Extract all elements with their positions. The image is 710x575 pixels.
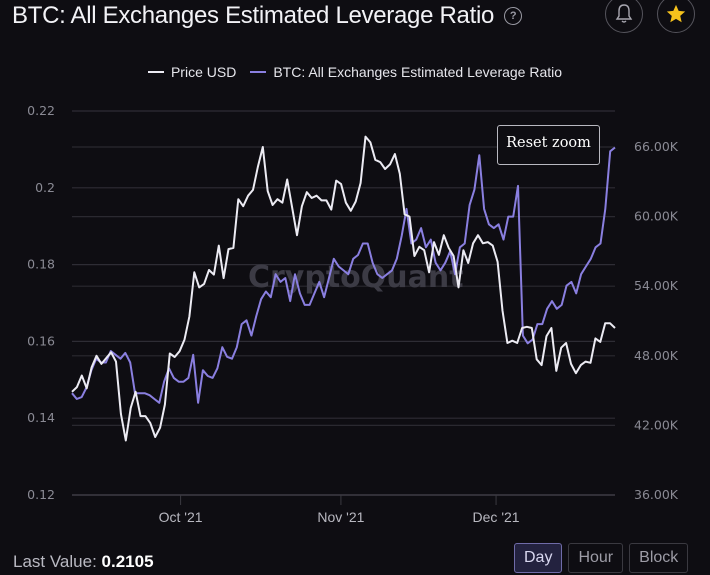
grid-right (72, 146, 615, 496)
left-tick-label: 0.18 (27, 257, 55, 272)
right-tick-label: 36.00K (634, 487, 679, 502)
interval-hour-button[interactable]: Hour (568, 543, 624, 573)
interval-day-button[interactable]: Day (514, 543, 563, 573)
left-tick-label: 0.22 (27, 103, 55, 118)
left-axis-ticks: 0.12 0.14 0.16 0.18 0.2 0.22 (27, 103, 55, 502)
last-value-label: Last Value: (13, 552, 97, 571)
right-axis-ticks: 36.00K 42.00K 48.00K 54.00K 60.00K 66.00K (634, 139, 679, 502)
right-tick-label: 42.00K (634, 417, 679, 432)
left-tick-label: 0.14 (27, 410, 55, 425)
last-value-number: 0.2105 (101, 552, 154, 571)
chart-plot[interactable]: 0.12 0.14 0.16 0.18 0.2 0.22 36.00K 42.00K 48.0… (0, 0, 710, 540)
left-tick-label: 0.12 (27, 487, 55, 502)
watermark: CryptoQuant (248, 260, 464, 295)
left-tick-label: 0.16 (27, 333, 55, 348)
reset-zoom-button[interactable]: Reset zoom (497, 125, 600, 165)
x-tick-label: Nov '21 (317, 509, 364, 525)
right-tick-label: 60.00K (634, 209, 679, 224)
grid-left (72, 110, 615, 496)
right-tick-label: 54.00K (634, 278, 679, 293)
x-tick-label: Oct '21 (159, 509, 203, 525)
x-axis: Oct '21 Nov '21 Dec '21 (72, 494, 615, 525)
x-tick-label: Dec '21 (473, 509, 520, 525)
right-tick-label: 48.00K (634, 348, 679, 363)
interval-selector: Day Hour Block (514, 543, 689, 573)
interval-block-button[interactable]: Block (629, 543, 689, 573)
right-tick-label: 66.00K (634, 139, 679, 154)
last-value: Last Value: 0.2105 (13, 552, 154, 572)
left-tick-label: 0.2 (35, 180, 55, 195)
